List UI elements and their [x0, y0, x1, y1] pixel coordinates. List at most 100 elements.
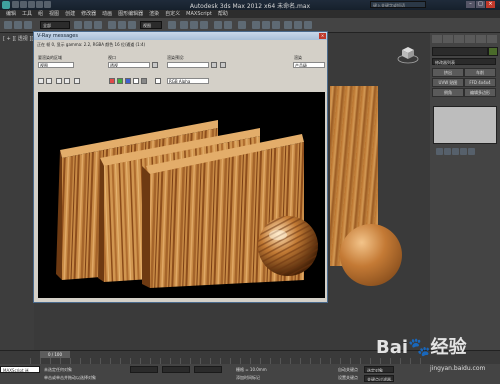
search-box[interactable]: 键入关键字或短语 [370, 1, 426, 8]
uvw-map-button[interactable]: UVW 贴图 [432, 78, 464, 87]
configure-sets-icon[interactable] [468, 148, 475, 155]
link-icon[interactable] [24, 21, 32, 29]
green-channel-icon[interactable] [117, 78, 123, 84]
render-production-icon[interactable] [304, 21, 312, 29]
viewport-select[interactable]: 透视 [108, 62, 150, 68]
channel-select[interactable]: RGB Alpha [167, 78, 209, 84]
motion-tab-icon[interactable] [465, 35, 475, 43]
minimize-button[interactable]: – [466, 1, 475, 8]
viewcube-icon[interactable] [397, 44, 419, 66]
create-tab-icon[interactable] [432, 35, 442, 43]
display-tab-icon[interactable] [476, 35, 486, 43]
undo-icon[interactable] [36, 1, 43, 8]
undo-tool-icon[interactable] [4, 21, 12, 29]
renderer-select[interactable]: 产品级 [293, 62, 325, 68]
clear-icon[interactable] [64, 78, 70, 84]
menu-item[interactable]: 视图 [49, 11, 59, 17]
mono-icon[interactable] [141, 78, 147, 84]
menu-item[interactable]: 图形编辑器 [118, 11, 143, 17]
add-time-tag[interactable]: 添加时间标记 [236, 375, 260, 381]
scale-icon[interactable] [128, 21, 136, 29]
material-editor-icon[interactable] [272, 21, 280, 29]
lathe-button[interactable]: 车削 [464, 68, 496, 77]
angle-snap-icon[interactable] [190, 21, 198, 29]
selection-filter-dropdown[interactable]: 全部 [40, 21, 70, 29]
reference-coord-dropdown[interactable]: 视图 [140, 21, 162, 29]
menu-item[interactable]: 帮助 [218, 11, 228, 17]
redo-icon[interactable] [44, 1, 51, 8]
menu-item[interactable]: 修改器 [81, 11, 96, 17]
print-icon[interactable] [56, 78, 62, 84]
modify-tab-icon[interactable] [443, 35, 453, 43]
red-channel-icon[interactable] [109, 78, 115, 84]
select-by-name-icon[interactable] [84, 21, 92, 29]
redo-tool-icon[interactable] [14, 21, 22, 29]
z-coordinate-field[interactable] [194, 366, 222, 373]
render-preset-select[interactable] [167, 62, 209, 68]
percent-snap-icon[interactable] [200, 21, 208, 29]
save-icon[interactable] [28, 1, 35, 8]
snap-icon[interactable] [180, 21, 188, 29]
hierarchy-tab-icon[interactable] [454, 35, 464, 43]
remove-modifier-icon[interactable] [460, 148, 467, 155]
maximize-button[interactable]: □ [476, 1, 485, 8]
utilities-tab-icon[interactable] [487, 35, 497, 43]
area-to-render-select[interactable]: 视图 [38, 62, 74, 68]
edit-poly-button[interactable]: 编辑多边形 [464, 88, 496, 97]
menu-item[interactable]: 渲染 [149, 11, 159, 17]
open-file-icon[interactable] [20, 1, 27, 8]
key-mode-select[interactable]: 选定对象 [364, 366, 394, 373]
menu-item[interactable]: 创建 [65, 11, 75, 17]
menu-item[interactable]: 编辑 [6, 11, 16, 17]
ffd-button[interactable]: FFD 4x4x4 [464, 78, 496, 87]
close-button[interactable]: × [486, 1, 495, 8]
pivot-icon[interactable] [168, 21, 176, 29]
align-icon[interactable] [224, 21, 232, 29]
schematic-view-icon[interactable] [262, 21, 270, 29]
maxscript-listener-field[interactable]: MAXScript 迷 [0, 366, 40, 373]
set-key-label[interactable]: 设置关键点 [338, 375, 358, 381]
layer-icon[interactable] [238, 21, 246, 29]
app-logo-icon[interactable] [2, 1, 10, 9]
mirror-icon[interactable] [214, 21, 222, 29]
rect-selection-icon[interactable] [94, 21, 102, 29]
rotate-icon[interactable] [118, 21, 126, 29]
render-canvas[interactable] [38, 92, 325, 298]
viewport-area[interactable] [0, 33, 34, 350]
x-coordinate-field[interactable] [130, 366, 158, 373]
select-object-icon[interactable] [74, 21, 82, 29]
show-end-result-icon[interactable] [444, 148, 451, 155]
menu-item[interactable]: 工具 [22, 11, 32, 17]
lock-viewport-icon[interactable] [152, 62, 158, 68]
clone-frame-icon[interactable] [46, 78, 52, 84]
bevel-button[interactable]: 倒角 [432, 88, 464, 97]
render-setup-small-icon[interactable] [220, 62, 226, 68]
time-slider[interactable]: 0 / 100 [40, 351, 70, 358]
modifier-stack[interactable] [433, 106, 497, 144]
preset-options-icon[interactable] [211, 62, 217, 68]
new-file-icon[interactable] [12, 1, 19, 8]
render-setup-icon[interactable] [284, 21, 292, 29]
save-image-icon[interactable] [38, 78, 44, 84]
menu-item[interactable]: 组 [38, 11, 43, 17]
extrude-button[interactable]: 挤出 [432, 68, 464, 77]
rendered-frame-icon[interactable] [294, 21, 302, 29]
auto-key-label[interactable]: 自动关键点 [338, 367, 358, 373]
curve-editor-icon[interactable] [252, 21, 260, 29]
alpha-channel-icon[interactable] [133, 78, 139, 84]
modifier-list-dropdown[interactable]: 修改器列表 [432, 58, 496, 65]
vfb-title[interactable]: V-Ray messages [34, 32, 327, 40]
menu-item[interactable]: MAXScript [186, 11, 212, 17]
color-swatch-icon[interactable] [155, 78, 161, 84]
key-filters-button[interactable]: 关键点过滤器... [364, 375, 394, 382]
object-name-field[interactable] [432, 47, 488, 56]
menu-item[interactable]: 自定义 [165, 11, 180, 17]
blue-channel-icon[interactable] [125, 78, 131, 84]
copy-icon[interactable] [74, 78, 80, 84]
object-color-swatch[interactable] [488, 47, 498, 56]
vfb-close-button[interactable]: × [319, 33, 326, 39]
menu-item[interactable]: 动画 [102, 11, 112, 17]
pin-stack-icon[interactable] [436, 148, 443, 155]
y-coordinate-field[interactable] [162, 366, 190, 373]
move-icon[interactable] [108, 21, 116, 29]
